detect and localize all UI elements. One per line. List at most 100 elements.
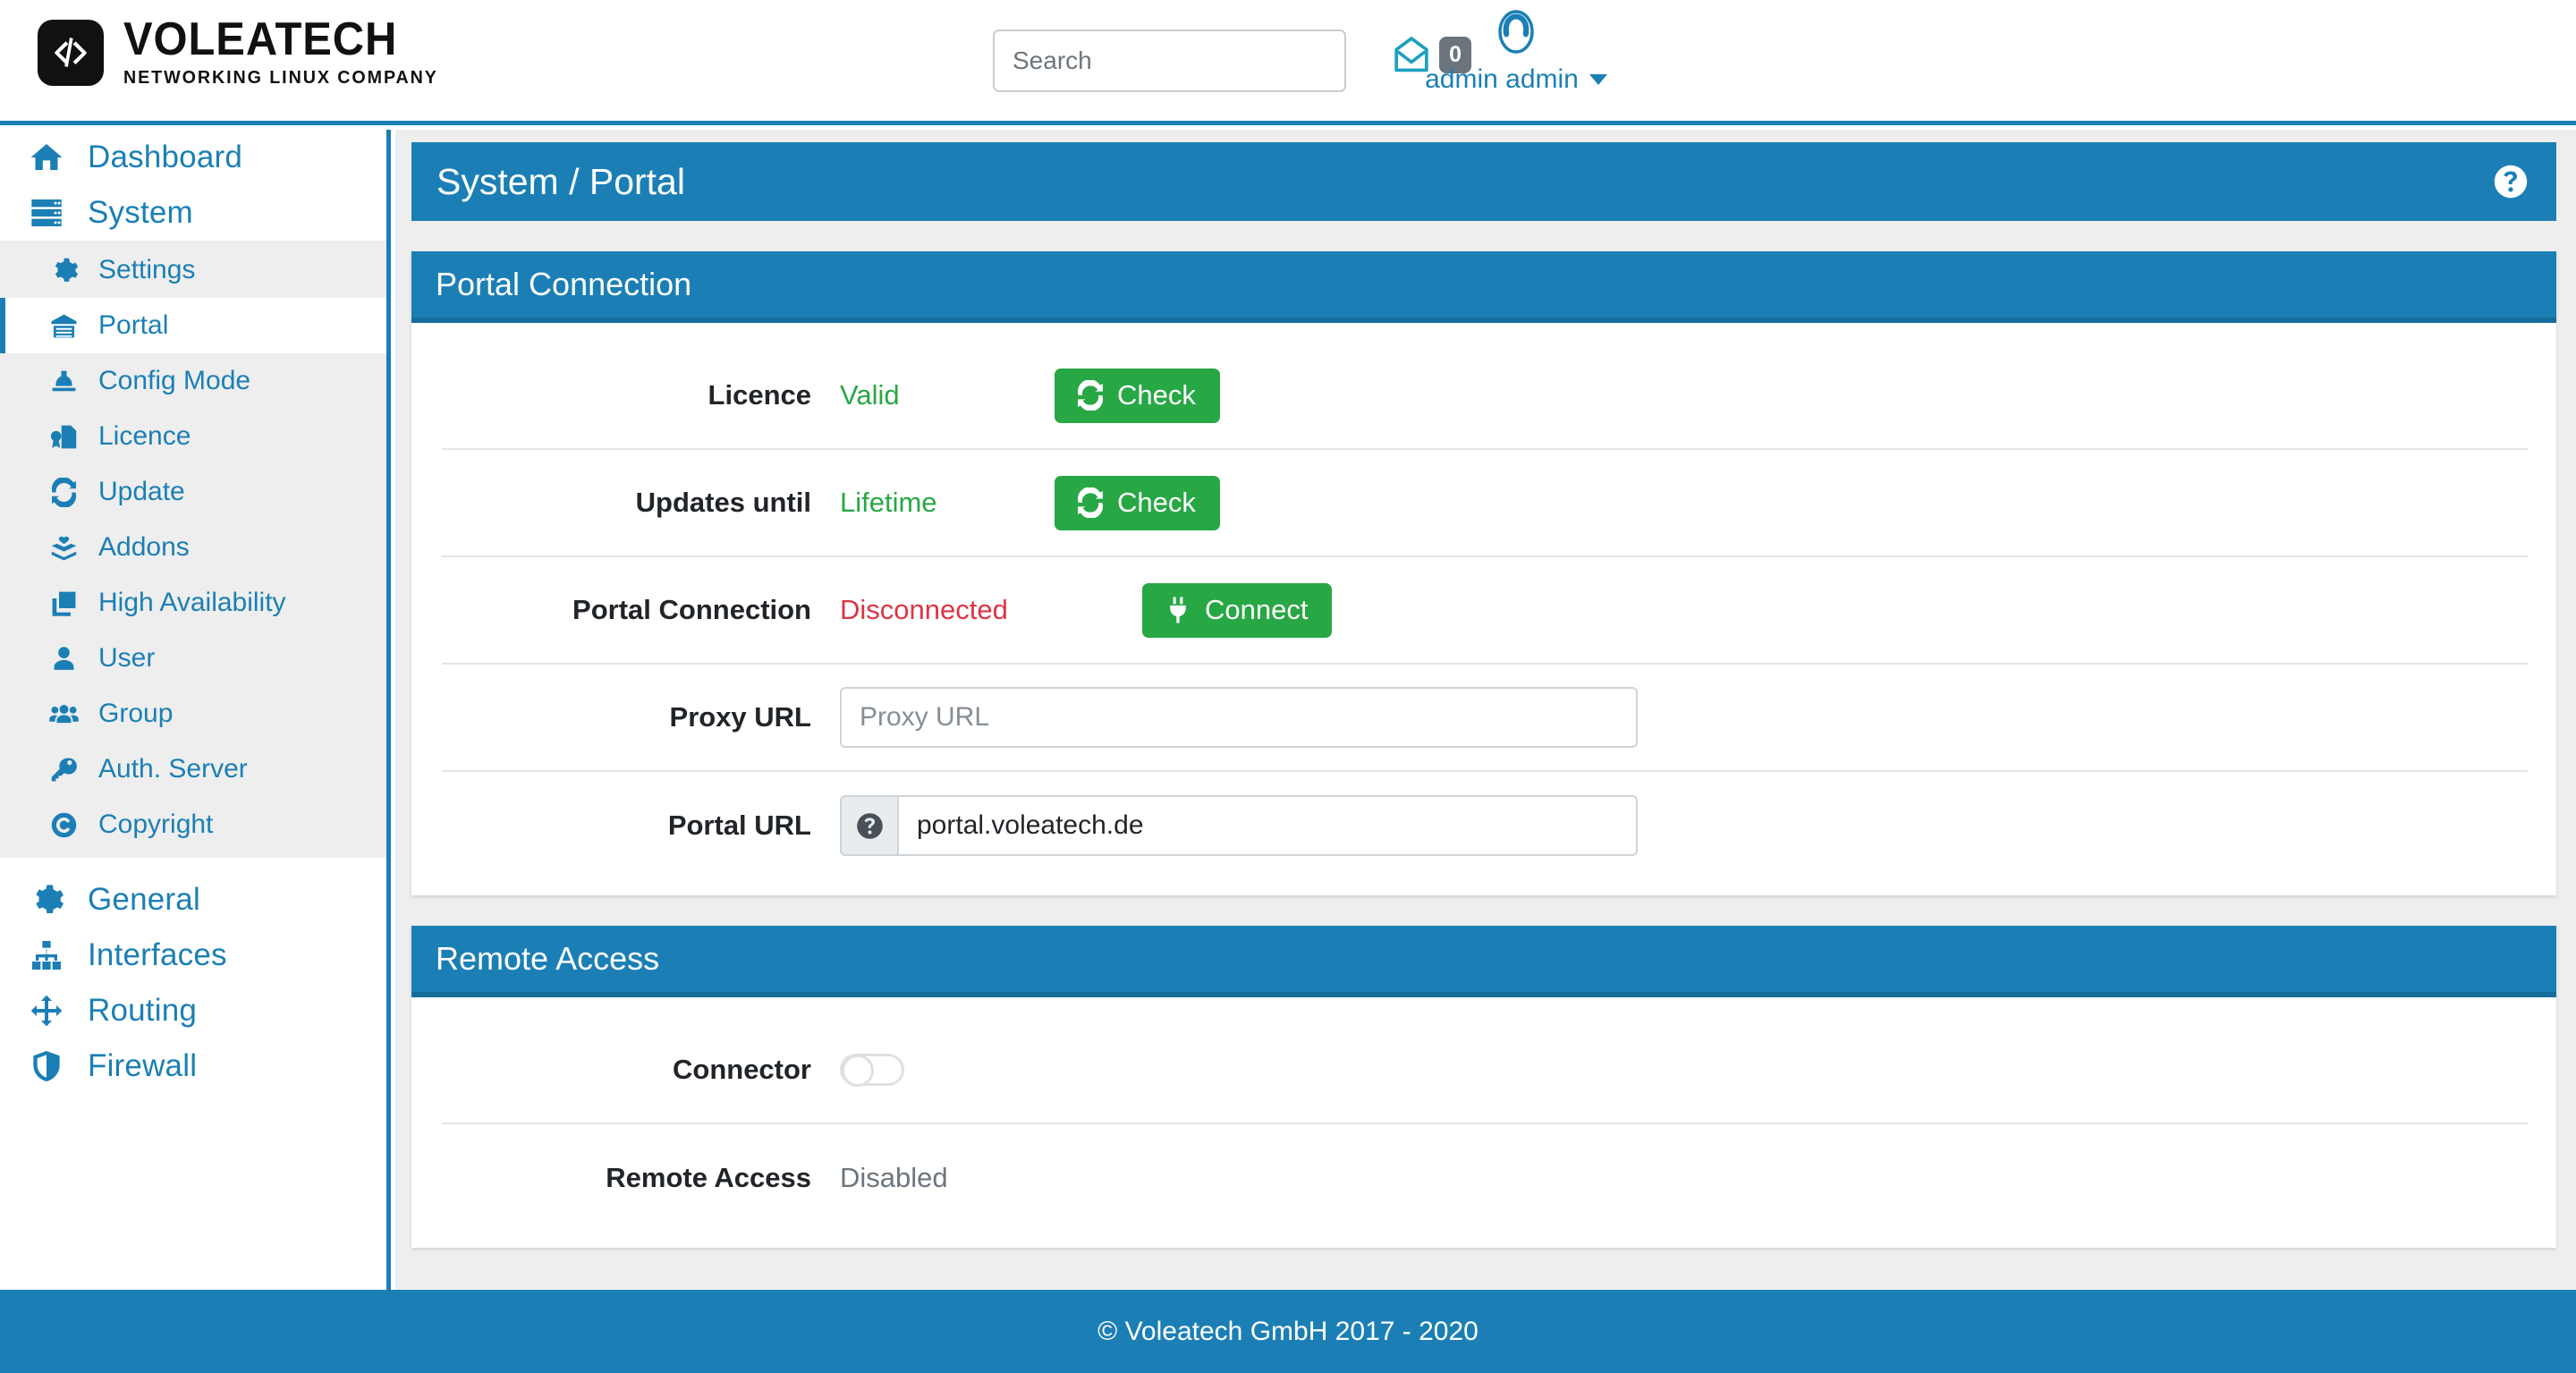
sidebar-submenu-system: Settings Portal Config Mode Licence Upda	[0, 241, 386, 858]
main-content-area: System / Portal Portal Connection Licenc…	[395, 130, 2576, 1290]
updates-check-label: Check	[1117, 487, 1196, 518]
sidebar-item-label: Auth. Server	[98, 754, 248, 784]
sidebar-item-firewall[interactable]: Firewall	[0, 1038, 386, 1094]
arrows-move-icon	[27, 993, 66, 1029]
sidebar-divider	[0, 858, 386, 872]
clone-icon	[47, 589, 80, 618]
sidebar-item-interfaces[interactable]: Interfaces	[0, 928, 386, 983]
updates-check-button[interactable]: Check	[1055, 475, 1220, 530]
user-name-label: admin admin	[1425, 64, 1607, 95]
sidebar-item-system[interactable]: System	[0, 185, 386, 241]
sync-icon	[1078, 379, 1103, 411]
sidebar-item-label: Update	[98, 477, 185, 506]
user-avatar-icon	[1498, 10, 1534, 54]
updates-status: Lifetime	[840, 487, 937, 518]
sidebar-item-licence[interactable]: Licence	[0, 409, 386, 464]
portal-connection-label: Portal Connection	[572, 594, 811, 625]
brand-name: VOLEATECH	[123, 13, 398, 65]
sidebar-item-label: Firewall	[88, 1048, 198, 1083]
remote-access-status: Disabled	[840, 1162, 948, 1193]
sidebar-item-label: Routing	[88, 993, 198, 1028]
sidebar-item-general[interactable]: General	[0, 872, 386, 928]
sidebar-item-settings[interactable]: Settings	[0, 242, 386, 298]
licence-status: Valid	[840, 379, 900, 411]
open-box-icon	[47, 533, 80, 563]
copyright-icon	[47, 810, 80, 840]
sidebar-item-label: Addons	[98, 532, 190, 562]
search-input[interactable]	[993, 30, 1346, 92]
sidebar-item-auth-server[interactable]: Auth. Server	[0, 742, 386, 797]
sidebar-item-label: Interfaces	[88, 937, 227, 972]
proxy-url-row: Proxy URL	[442, 665, 2528, 772]
copyright-text: © Voleatech GmbH 2017 - 2020	[1097, 1316, 1479, 1346]
portal-url-input-group	[840, 795, 1638, 856]
sidebar-item-routing[interactable]: Routing	[0, 983, 386, 1038]
portal-connection-status: Disconnected	[840, 594, 1008, 625]
connector-toggle[interactable]	[840, 1054, 904, 1087]
portal-url-input[interactable]	[897, 795, 1638, 856]
sidebar-item-label: General	[88, 882, 200, 917]
connect-button[interactable]: Connect	[1142, 582, 1333, 638]
sidebar-item-label: Group	[98, 699, 174, 728]
sidebar-item-label: User	[98, 643, 156, 673]
sidebar-item-portal[interactable]: Portal	[0, 298, 386, 353]
sidebar-item-label: Licence	[98, 421, 191, 451]
sidebar-item-label: Portal	[98, 310, 169, 340]
connector-label: Connector	[673, 1054, 811, 1085]
portal-connection-row: Portal Connection Disconnected Connect	[442, 557, 2528, 665]
licence-row: Licence Valid Check	[442, 343, 2528, 450]
remote-access-title: Remote Access	[411, 926, 2556, 997]
portal-connection-panel: Portal Connection Licence Valid Check Up…	[411, 251, 2556, 895]
sidebar-item-update[interactable]: Update	[0, 464, 386, 520]
brand-logo[interactable]: VOLEATECH NETWORKING LINUX COMPANY	[38, 16, 452, 89]
sitemap-icon	[27, 937, 66, 973]
remote-access-body: Connector Remote Access Disabled	[411, 997, 2556, 1248]
key-icon	[47, 755, 80, 784]
user-menu[interactable]: admin admin	[1404, 7, 1628, 95]
licence-check-button[interactable]: Check	[1055, 368, 1220, 423]
sidebar-item-label: Config Mode	[98, 366, 251, 395]
proxy-url-input[interactable]	[840, 687, 1638, 748]
hard-hat-icon	[47, 367, 80, 396]
sidebar-item-group[interactable]: Group	[0, 686, 386, 742]
brand-tagline: NETWORKING LINUX COMPANY	[123, 67, 438, 88]
page-footer: © Voleatech GmbH 2017 - 2020	[0, 1290, 2576, 1373]
server-icon	[27, 195, 66, 231]
sidebar-item-dashboard[interactable]: Dashboard	[0, 130, 386, 185]
help-circle-icon[interactable]	[2492, 163, 2529, 200]
gear-icon	[47, 256, 80, 285]
sidebar-item-copyright[interactable]: Copyright	[0, 797, 386, 852]
licence-label: Licence	[708, 379, 811, 411]
connect-label: Connect	[1205, 594, 1309, 625]
licence-check-label: Check	[1117, 379, 1196, 411]
sidebar-item-label: Copyright	[98, 809, 214, 839]
caret-down-icon	[1589, 74, 1607, 85]
portal-url-row: Portal URL	[442, 772, 2528, 879]
certificate-icon	[47, 422, 80, 452]
page-header: System / Portal	[411, 142, 2556, 221]
sync-icon	[1078, 487, 1103, 518]
top-navigation-bar: VOLEATECH NETWORKING LINUX COMPANY 0 adm…	[0, 0, 2576, 125]
sidebar-item-label: Dashboard	[88, 140, 243, 174]
store-icon	[47, 311, 80, 341]
sidebar-navigation: Dashboard System Settings Portal Config …	[0, 130, 391, 1290]
updates-label: Updates until	[635, 487, 811, 518]
page-title: System / Portal	[436, 160, 685, 202]
sidebar-item-user[interactable]: User	[0, 631, 386, 686]
sidebar-item-config-mode[interactable]: Config Mode	[0, 353, 386, 409]
sync-icon	[47, 477, 80, 507]
help-circle-icon[interactable]	[840, 795, 897, 856]
sidebar-item-label: High Availability	[98, 588, 286, 617]
sidebar-item-label: Settings	[98, 255, 196, 284]
user-icon	[47, 644, 80, 674]
proxy-url-label: Proxy URL	[669, 701, 811, 733]
sidebar-item-high-availability[interactable]: High Availability	[0, 575, 386, 631]
updates-row: Updates until Lifetime Check	[442, 450, 2528, 557]
portal-connection-title: Portal Connection	[411, 251, 2556, 323]
toggle-knob	[842, 1055, 874, 1087]
sidebar-item-addons[interactable]: Addons	[0, 520, 386, 575]
portal-url-label: Portal URL	[667, 809, 811, 841]
code-brackets-icon	[38, 19, 104, 86]
remote-access-row: Remote Access Disabled	[442, 1124, 2528, 1232]
plug-icon	[1170, 597, 1186, 623]
